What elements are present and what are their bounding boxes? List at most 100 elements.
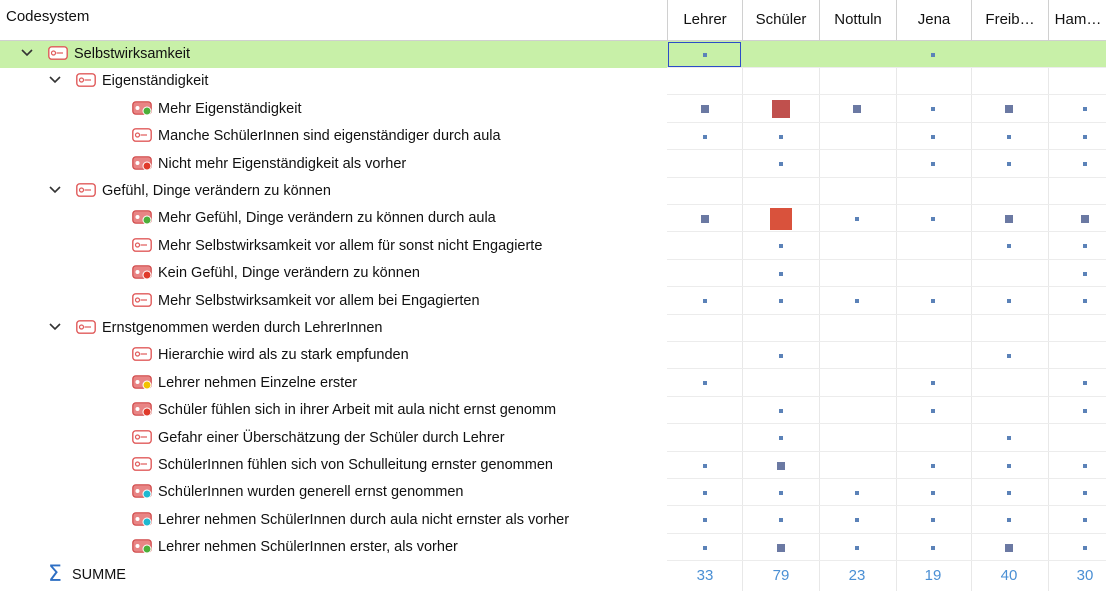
table-row[interactable]: Eigenständigkeit [0, 68, 1106, 96]
frequency-square-schueler[interactable] [770, 207, 792, 230]
code-label[interactable]: Lehrer nehmen SchülerInnen durch aula ni… [158, 507, 569, 534]
frequency-square-nottuln[interactable] [853, 105, 861, 114]
table-row[interactable]: Selbstwirksamkeit [0, 41, 1106, 68]
column-header-codesystem[interactable]: Codesystem [0, 0, 667, 40]
code-label[interactable]: Lehrer nehmen SchülerInnen erster, als v… [158, 534, 458, 561]
frequency-square-lehrer[interactable] [701, 214, 709, 223]
frequency-square-schueler[interactable] [779, 134, 783, 139]
frequency-square-schueler[interactable] [779, 490, 783, 495]
code-label[interactable]: Mehr Selbstwirksamkeit vor allem bei Eng… [158, 288, 480, 315]
frequency-square-freiburg[interactable] [1007, 134, 1011, 139]
table-row[interactable]: Lehrer nehmen Einzelne erster [0, 370, 1106, 397]
frequency-square-freiburg[interactable] [1007, 353, 1011, 358]
frequency-square-nottuln[interactable] [855, 216, 859, 221]
table-row[interactable]: Lehrer nehmen SchülerInnen durch aula ni… [0, 507, 1106, 534]
frequency-square-freiburg[interactable] [1007, 490, 1011, 495]
code-label[interactable]: Eigenständigkeit [102, 68, 208, 95]
frequency-square-hamburg[interactable] [1083, 518, 1087, 523]
frequency-square-freiburg[interactable] [1007, 518, 1011, 523]
frequency-square-freiburg[interactable] [1007, 299, 1011, 304]
frequency-square-jena[interactable] [931, 216, 935, 221]
frequency-square-schueler[interactable] [779, 244, 783, 249]
table-row[interactable]: Lehrer nehmen SchülerInnen erster, als v… [0, 534, 1106, 562]
chevron-down-icon[interactable] [48, 320, 62, 334]
column-header-schueler[interactable]: Schüler [742, 0, 819, 40]
frequency-square-jena[interactable] [931, 134, 935, 139]
frequency-square-hamburg[interactable] [1083, 162, 1087, 167]
table-row[interactable]: SchülerInnen wurden generell ernst genom… [0, 479, 1106, 507]
frequency-square-hamburg[interactable] [1083, 381, 1087, 386]
code-label[interactable]: Kein Gefühl, Dinge verändern zu können [158, 260, 420, 287]
chevron-down-icon[interactable] [48, 73, 62, 87]
column-header-jena[interactable]: Jena [896, 0, 971, 40]
frequency-square-jena[interactable] [931, 162, 935, 167]
table-row[interactable]: Gefühl, Dinge verändern zu können [0, 178, 1106, 205]
frequency-square-schueler[interactable] [779, 299, 783, 304]
frequency-square-freiburg[interactable] [1007, 436, 1011, 441]
frequency-square-nottuln[interactable] [855, 518, 859, 523]
frequency-square-lehrer[interactable] [703, 299, 707, 304]
frequency-square-jena[interactable] [931, 107, 935, 112]
frequency-square-hamburg[interactable] [1083, 271, 1087, 276]
frequency-square-jena[interactable] [931, 299, 935, 304]
frequency-square-schueler[interactable] [772, 100, 790, 119]
frequency-square-jena[interactable] [931, 545, 935, 550]
chevron-down-icon[interactable] [48, 183, 62, 197]
column-header-hamburg[interactable]: Ham… [1048, 0, 1106, 40]
frequency-square-nottuln[interactable] [855, 545, 859, 550]
code-label[interactable]: SchülerInnen wurden generell ernst genom… [158, 479, 464, 506]
frequency-square-nottuln[interactable] [855, 490, 859, 495]
code-label[interactable]: Mehr Eigenständigkeit [158, 96, 301, 123]
code-label[interactable]: Mehr Gefühl, Dinge verändern zu können d… [158, 205, 496, 232]
table-row[interactable]: Mehr Eigenständigkeit [0, 96, 1106, 123]
code-label[interactable]: SchülerInnen fühlen sich von Schulleitun… [158, 452, 553, 479]
column-header-nottuln[interactable]: Nottuln [819, 0, 896, 40]
frequency-square-hamburg[interactable] [1083, 463, 1087, 468]
frequency-square-freiburg[interactable] [1007, 463, 1011, 468]
frequency-square-hamburg[interactable] [1083, 545, 1087, 550]
frequency-square-schueler[interactable] [777, 543, 785, 552]
column-header-lehrer[interactable]: Lehrer [667, 0, 742, 40]
frequency-square-jena[interactable] [931, 490, 935, 495]
frequency-square-hamburg[interactable] [1083, 299, 1087, 304]
code-label[interactable]: Hierarchie wird als zu stark empfunden [158, 342, 409, 369]
frequency-square-lehrer[interactable] [703, 381, 707, 386]
table-row[interactable]: Schüler fühlen sich in ihrer Arbeit mit … [0, 397, 1106, 425]
frequency-square-hamburg[interactable] [1083, 490, 1087, 495]
table-row[interactable]: Ernstgenommen werden durch LehrerInnen [0, 315, 1106, 342]
frequency-square-lehrer[interactable] [703, 463, 707, 468]
frequency-square-freiburg[interactable] [1005, 214, 1013, 223]
code-label[interactable]: Mehr Selbstwirksamkeit vor allem für son… [158, 233, 542, 260]
frequency-square-jena[interactable] [931, 381, 935, 386]
table-row[interactable]: Gefahr einer Überschätzung der Schüler d… [0, 425, 1106, 452]
frequency-square-lehrer[interactable] [703, 134, 707, 139]
frequency-square-schueler[interactable] [779, 271, 783, 276]
frequency-square-schueler[interactable] [779, 353, 783, 358]
frequency-square-jena[interactable] [931, 463, 935, 468]
code-label[interactable]: Schüler fühlen sich in ihrer Arbeit mit … [158, 397, 556, 424]
frequency-square-lehrer[interactable] [701, 105, 709, 114]
frequency-square-schueler[interactable] [779, 162, 783, 167]
frequency-square-jena[interactable] [931, 52, 935, 57]
code-label[interactable]: Gefühl, Dinge verändern zu können [102, 178, 331, 205]
frequency-square-lehrer[interactable] [703, 490, 707, 495]
column-header-freiburg[interactable]: Freib… [971, 0, 1048, 40]
table-row[interactable]: Mehr Selbstwirksamkeit vor allem für son… [0, 233, 1106, 260]
frequency-square-freiburg[interactable] [1005, 543, 1013, 552]
code-label[interactable]: Manche SchülerInnen sind eigenständiger … [158, 123, 501, 150]
code-label[interactable]: Nicht mehr Eigenständigkeit als vorher [158, 151, 406, 178]
frequency-square-schueler[interactable] [779, 408, 783, 413]
frequency-square-hamburg[interactable] [1083, 408, 1087, 413]
frequency-square-hamburg[interactable] [1083, 244, 1087, 249]
frequency-square-schueler[interactable] [777, 461, 785, 470]
frequency-square-freiburg[interactable] [1005, 105, 1013, 114]
frequency-square-hamburg[interactable] [1081, 214, 1089, 223]
code-label[interactable]: Lehrer nehmen Einzelne erster [158, 370, 357, 397]
frequency-square-jena[interactable] [931, 408, 935, 413]
table-row[interactable]: Hierarchie wird als zu stark empfunden [0, 342, 1106, 370]
frequency-square-nottuln[interactable] [855, 299, 859, 304]
table-row[interactable]: Nicht mehr Eigenständigkeit als vorher [0, 151, 1106, 178]
frequency-square-hamburg[interactable] [1083, 107, 1087, 112]
code-label[interactable]: Gefahr einer Überschätzung der Schüler d… [158, 425, 505, 452]
frequency-square-schueler[interactable] [779, 436, 783, 441]
